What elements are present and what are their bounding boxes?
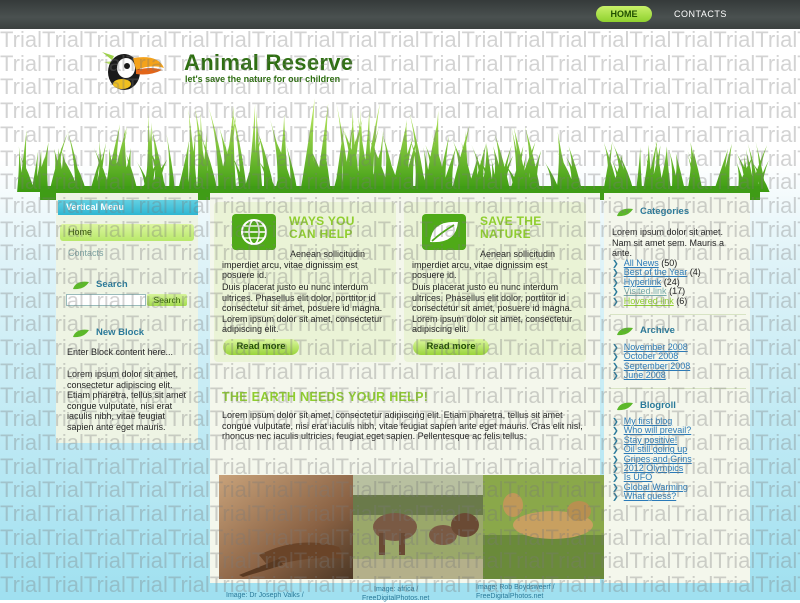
lizard-photo [219, 475, 355, 579]
divider [610, 314, 746, 315]
archive-list: ❯ November 2008 ❯ October 2008 ❯ September … [612, 342, 690, 381]
blogroll-list: ❯ My first blog ❯ Who will prevail? ❯ Stay … [612, 416, 692, 502]
nav-contacts-link[interactable]: CONTACTS [674, 9, 727, 19]
categories-list: ❯ All News (50) ❯ Best of the Year (4) ❯ Hy… [612, 258, 701, 306]
photo-credit: Image: africa / [374, 586, 419, 593]
list-item: ❯ June 2008 [612, 370, 690, 381]
chevron-right-icon: ❯ [612, 492, 619, 502]
divider [610, 388, 746, 389]
chevron-right-icon: ❯ [612, 268, 619, 278]
chevron-right-icon: ❯ [612, 296, 619, 306]
leaf-icon [617, 402, 633, 411]
read-more-button[interactable]: Read more [413, 339, 489, 355]
site-tagline: let's save the nature for our children [185, 74, 341, 84]
chevron-right-icon: ❯ [612, 352, 619, 362]
category-count: (4) [689, 267, 701, 278]
feature-body: Duis placerat justo eu nunc interdum ult… [412, 282, 573, 334]
list-item: ❯ Hovered link (6) [612, 295, 701, 306]
sidebar-item-contacts[interactable]: Contacts [60, 245, 194, 262]
chevron-right-icon: ❯ [612, 435, 619, 445]
photo-credit: FreeDigitalPhotos.net [362, 595, 430, 602]
leaf-icon [73, 329, 89, 338]
photo-credit: Image: Dr Joseph Valks / [226, 592, 304, 599]
chevron-right-icon: ❯ [612, 445, 619, 455]
blogroll-link[interactable]: What guess? [624, 491, 677, 501]
nav-home-button[interactable]: Home [596, 6, 652, 22]
new-block-body: Lorem ipsum dolor sit amet, consectetur … [67, 369, 187, 432]
chevron-right-icon: ❯ [612, 287, 619, 297]
category-link[interactable]: Hovered link [624, 296, 674, 306]
grass-banner [17, 98, 770, 200]
list-item: ❯ What guess? [612, 491, 692, 502]
chevron-right-icon: ❯ [612, 464, 619, 474]
sidebar-item-home[interactable]: Home [60, 224, 194, 241]
leaf-icon [617, 327, 633, 336]
chevron-right-icon: ❯ [612, 343, 619, 352]
categories-title: Categories [640, 206, 690, 217]
chevron-right-icon: ❯ [612, 482, 619, 492]
feature-title-line2: CAN HELP [289, 227, 353, 241]
earth-title: THE EARTH NEEDS YOUR HELP! [222, 390, 429, 404]
site-title: Animal Reserve [184, 50, 354, 75]
chevron-right-icon: ❯ [612, 426, 619, 436]
elephants-photo [353, 475, 485, 579]
search-input[interactable] [66, 294, 146, 306]
chevron-right-icon: ❯ [612, 371, 619, 381]
photo-credit: Image: Rob Boydsweerf / [476, 584, 555, 591]
archive-title: Archive [640, 325, 675, 336]
search-button[interactable]: Search [147, 294, 187, 306]
chevron-right-icon: ❯ [612, 454, 619, 464]
feature-lead: Aenean sollicitudin imperdiet arcu, vita… [222, 249, 366, 280]
earth-body: Lorem ipsum dolor sit amet, consectetur … [222, 410, 583, 441]
leaf-icon [422, 214, 466, 250]
chevron-right-icon: ❯ [612, 473, 619, 483]
chevron-right-icon: ❯ [612, 417, 619, 426]
blogroll-title: Blogroll [640, 400, 676, 411]
leaf-icon [617, 208, 633, 217]
search-title: Search [96, 279, 128, 290]
categories-intro: Lorem ipsum dolor sit amet. Nam sit amet… [612, 227, 725, 258]
leaf-icon [73, 281, 89, 290]
chevron-right-icon: ❯ [612, 277, 619, 287]
chevron-right-icon: ❯ [612, 361, 619, 371]
vertical-menu-title: Vertical Menu [58, 200, 198, 215]
archive-link[interactable]: June 2008 [624, 370, 666, 380]
feature-lead: Aenean sollicitudin imperdiet arcu, vita… [412, 249, 556, 280]
feature-body: Duis placerat justo eu nunc interdum ult… [222, 282, 383, 334]
chevron-right-icon: ❯ [612, 259, 619, 268]
globe-icon [232, 214, 276, 250]
toucan-logo-icon [102, 52, 164, 90]
top-nav: Home CONTACTS [0, 0, 800, 29]
read-more-button[interactable]: Read more [223, 339, 299, 355]
new-block-intro: Enter Block content here... [67, 347, 174, 357]
new-block-title: New Block [96, 327, 145, 338]
feature-title-line2: NATURE [480, 227, 531, 241]
category-count: (6) [676, 295, 688, 306]
